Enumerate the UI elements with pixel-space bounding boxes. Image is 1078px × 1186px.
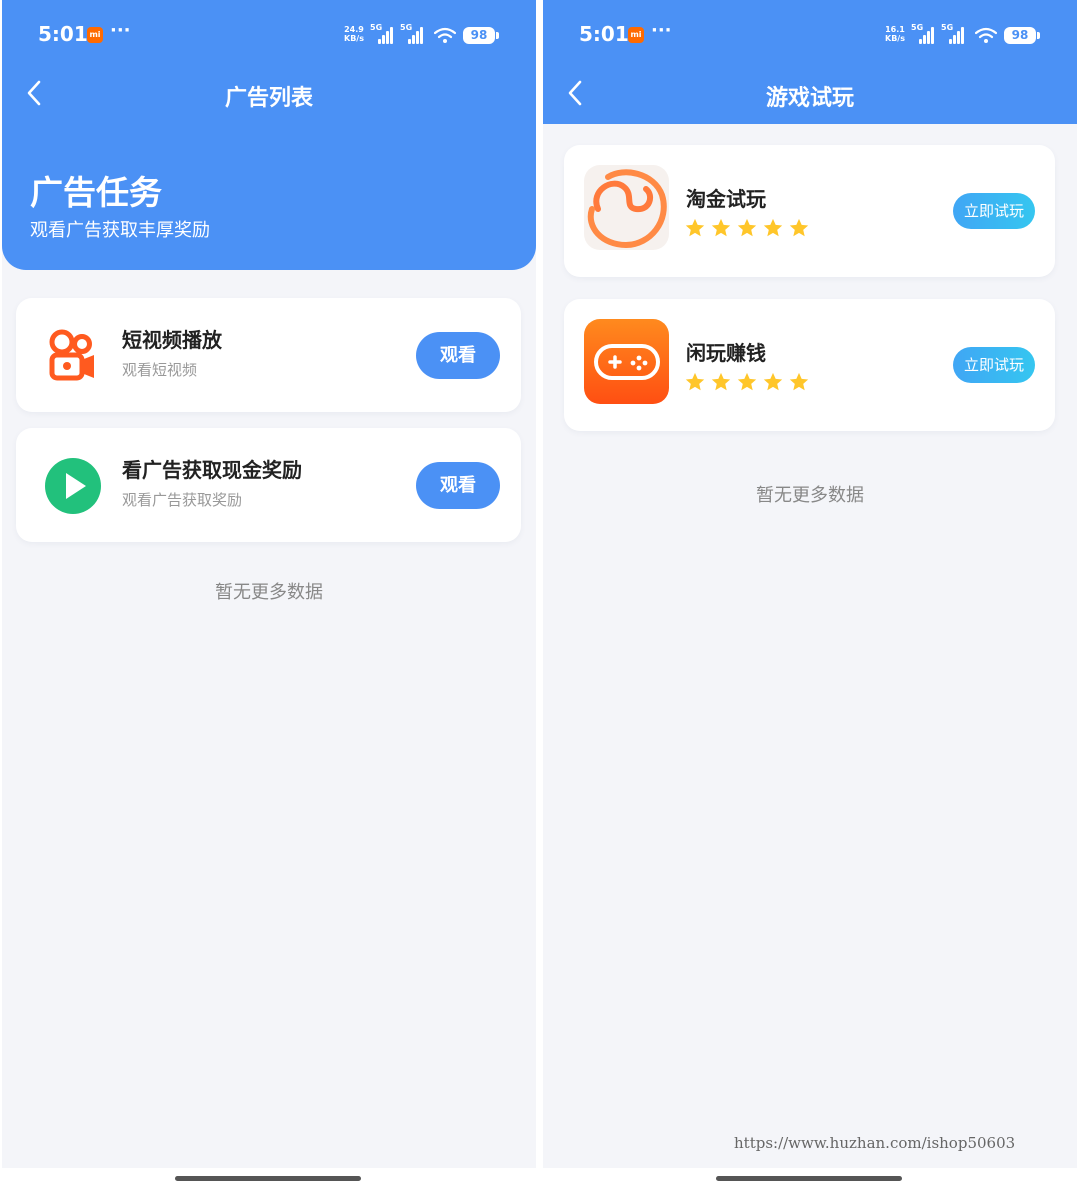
watch-button[interactable]: 观看 [416, 332, 500, 379]
try-now-button[interactable]: 立即试玩 [953, 347, 1035, 383]
star-icon [685, 218, 705, 237]
star-icon [789, 372, 809, 391]
battery-icon: 98 [1004, 27, 1040, 44]
watermark: https://www.huzhan.com/ishop50603 [734, 1134, 1016, 1152]
ad-title: 看广告获取现金奖励 [122, 458, 302, 482]
game-title: 闲玩赚钱 [686, 341, 766, 365]
rating-stars [684, 217, 814, 241]
gamepad-icon [584, 319, 669, 404]
status-time: 5:01 [38, 22, 88, 46]
network-speed: 16.1 KB/s [885, 25, 905, 43]
kuaishou-icon [49, 329, 94, 381]
status-time: 5:01 [579, 22, 629, 46]
network-speed-unit: KB/s [885, 34, 905, 43]
star-icon [711, 218, 731, 237]
more-notifications-indicator: ··· [110, 20, 131, 41]
page-title: 广告列表 [224, 86, 313, 111]
game-card[interactable]: 淘金试玩 立即试玩 [564, 145, 1055, 277]
network-type-label: 5G [941, 23, 954, 32]
game-trial-screen: 5:01 mi ··· 16.1 KB/s 5G 5G 98 游戏试玩 淘金试玩… [543, 0, 1077, 1168]
home-indicator [175, 1176, 361, 1181]
nav-bar: 游戏试玩 [543, 66, 1077, 124]
hero-title: 广告任务 [30, 173, 162, 212]
rating-stars [684, 371, 814, 395]
signal-icon: 5G [370, 23, 396, 44]
status-bar: 5:01 mi ··· 24.9 KB/s 5G 5G 98 [2, 0, 536, 66]
page-title: 游戏试玩 [765, 86, 854, 111]
network-speed-value: 16.1 [885, 25, 905, 34]
star-icon [763, 372, 783, 391]
network-speed: 24.9 KB/s [344, 25, 364, 43]
game-title: 淘金试玩 [686, 187, 766, 211]
network-type-label: 5G [400, 23, 413, 32]
star-icon [737, 218, 757, 237]
wifi-icon [975, 27, 997, 43]
try-now-button[interactable]: 立即试玩 [953, 193, 1035, 229]
nav-bar: 广告列表 [2, 66, 536, 124]
signal-icon: 5G [400, 23, 426, 44]
game-card[interactable]: 闲玩赚钱 立即试玩 [564, 299, 1055, 431]
star-icon [685, 372, 705, 391]
ad-subtitle: 观看广告获取奖励 [122, 491, 243, 509]
empty-list-text: 暂无更多数据 [215, 582, 323, 603]
signal-icon: 5G [941, 23, 967, 44]
signal-icon: 5G [911, 23, 937, 44]
more-notifications-indicator: ··· [651, 20, 672, 41]
star-icon [711, 372, 731, 391]
taojin-icon [584, 165, 669, 250]
ad-task-card[interactable]: 看广告获取现金奖励 观看广告获取奖励 观看 [16, 428, 521, 542]
watch-button[interactable]: 观看 [416, 462, 500, 509]
star-icon [789, 218, 809, 237]
wifi-icon [434, 27, 456, 43]
star-icon [737, 372, 757, 391]
mi-notification-icon: mi [87, 27, 103, 43]
hero-subtitle: 观看广告获取丰厚奖励 [30, 220, 210, 241]
ad-list-screen: 5:01 mi ··· 24.9 KB/s 5G 5G 98 广告列表 广告任务… [2, 0, 536, 1168]
network-speed-unit: KB/s [344, 34, 364, 43]
status-bar: 5:01 mi ··· 16.1 KB/s 5G 5G 98 [543, 0, 1077, 66]
back-button[interactable] [561, 78, 591, 108]
network-type-label: 5G [911, 23, 924, 32]
play-icon [45, 458, 101, 514]
ad-task-card[interactable]: 短视频播放 观看短视频 观看 [16, 298, 521, 412]
battery-icon: 98 [463, 27, 499, 44]
empty-list-text: 暂无更多数据 [756, 485, 864, 506]
star-icon [763, 218, 783, 237]
ad-subtitle: 观看短视频 [122, 361, 198, 379]
network-type-label: 5G [370, 23, 383, 32]
mi-notification-icon: mi [628, 27, 644, 43]
back-button[interactable] [20, 78, 50, 108]
home-indicator [716, 1176, 902, 1181]
network-speed-value: 24.9 [344, 25, 364, 34]
ad-title: 短视频播放 [122, 328, 222, 352]
